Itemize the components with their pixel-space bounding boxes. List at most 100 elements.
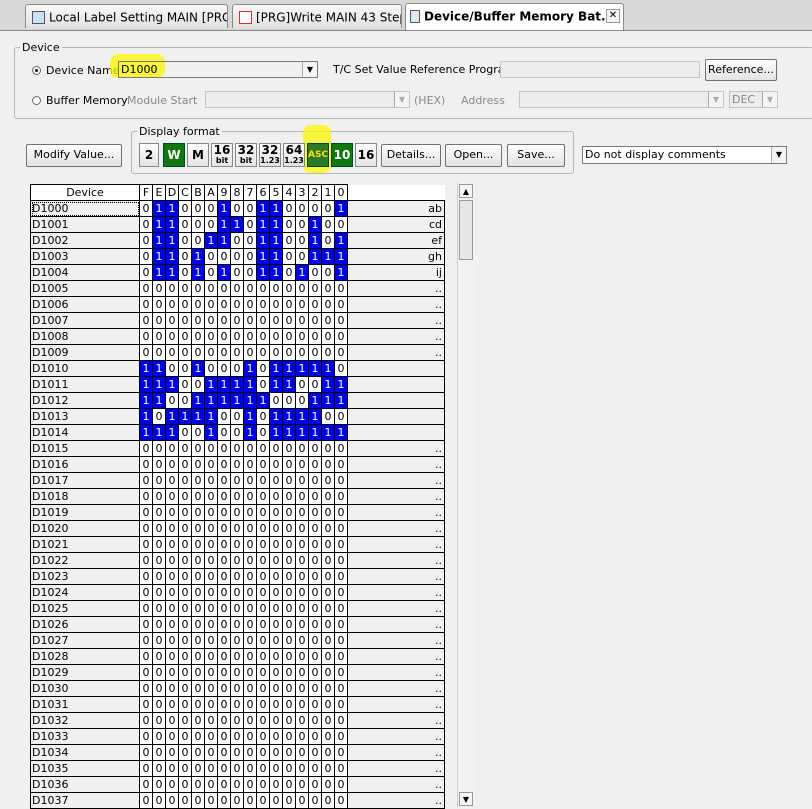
bit-cell[interactable]: 0 xyxy=(178,312,192,329)
bit-cell[interactable]: 0 xyxy=(230,328,244,345)
bit-cell[interactable]: 0 xyxy=(191,312,205,329)
device-cell[interactable]: D1007 xyxy=(30,312,140,329)
bit-cell[interactable]: 1 xyxy=(243,392,257,409)
bit-cell[interactable]: 0 xyxy=(204,568,218,585)
bit-cell[interactable]: 0 xyxy=(282,584,296,601)
bit-cell[interactable]: 0 xyxy=(204,792,218,809)
device-cell[interactable]: D1000 xyxy=(30,200,140,217)
bit-cell[interactable]: 0 xyxy=(282,312,296,329)
bit-cell[interactable]: 0 xyxy=(152,760,166,777)
bit-cell[interactable]: 0 xyxy=(295,312,309,329)
bit-cell[interactable]: 0 xyxy=(256,296,270,313)
bit-cell[interactable]: 0 xyxy=(308,552,322,569)
bit-cell[interactable]: 0 xyxy=(282,568,296,585)
bit-cell[interactable]: 0 xyxy=(243,568,257,585)
bit-cell[interactable]: 0 xyxy=(178,600,192,617)
bit-cell[interactable]: 0 xyxy=(243,584,257,601)
bit-cell[interactable]: 0 xyxy=(334,312,348,329)
bit-cell[interactable]: 0 xyxy=(321,408,335,425)
bit-cell[interactable]: 0 xyxy=(308,712,322,729)
bit-cell[interactable]: 0 xyxy=(256,376,270,393)
bit-cell[interactable]: 0 xyxy=(269,344,283,361)
bit-cell[interactable]: 0 xyxy=(152,616,166,633)
bit-cell[interactable]: 0 xyxy=(165,792,179,809)
bit-cell[interactable]: 0 xyxy=(139,568,153,585)
bit-cell[interactable]: 0 xyxy=(217,504,231,521)
bit-cell[interactable]: 0 xyxy=(243,296,257,313)
bit-cell[interactable]: 1 xyxy=(204,392,218,409)
bit-cell[interactable]: 0 xyxy=(269,312,283,329)
bit-cell[interactable]: 0 xyxy=(334,728,348,745)
bit-cell[interactable]: 0 xyxy=(269,616,283,633)
bit-cell[interactable]: 1 xyxy=(295,424,309,441)
bit-cell[interactable]: 0 xyxy=(191,488,205,505)
bit-cell[interactable]: 0 xyxy=(191,632,205,649)
bit-cell[interactable]: 0 xyxy=(334,616,348,633)
bit-cell[interactable]: 0 xyxy=(204,472,218,489)
bit-cell[interactable]: 0 xyxy=(243,552,257,569)
bit-cell[interactable]: 0 xyxy=(217,760,231,777)
bit-cell[interactable]: 0 xyxy=(217,488,231,505)
bit-cell[interactable]: 0 xyxy=(230,696,244,713)
bit-cell[interactable]: 0 xyxy=(269,712,283,729)
chevron-down-icon[interactable]: ▼ xyxy=(771,147,786,163)
bit-cell[interactable]: 0 xyxy=(282,616,296,633)
bit-cell[interactable]: 0 xyxy=(295,568,309,585)
bit-cell[interactable]: 1 xyxy=(295,264,309,281)
bit-cell[interactable]: 0 xyxy=(243,616,257,633)
bit-cell[interactable]: 0 xyxy=(139,328,153,345)
bit-cell[interactable]: 0 xyxy=(204,680,218,697)
bit-cell[interactable]: 0 xyxy=(282,328,296,345)
bit-cell[interactable]: 0 xyxy=(256,504,270,521)
vertical-scrollbar[interactable]: ▲ ▼ xyxy=(457,183,475,807)
bit-cell[interactable]: 0 xyxy=(178,200,192,217)
bit-cell[interactable]: 0 xyxy=(334,440,348,457)
bit-cell[interactable]: 0 xyxy=(204,536,218,553)
bit-cell[interactable]: 0 xyxy=(230,792,244,809)
bit-cell[interactable]: 0 xyxy=(191,424,205,441)
bit-cell[interactable]: 0 xyxy=(165,472,179,489)
bit-cell[interactable]: 0 xyxy=(139,472,153,489)
bit-cell[interactable]: 0 xyxy=(139,664,153,681)
bit-cell[interactable]: 1 xyxy=(152,376,166,393)
bit-cell[interactable]: 1 xyxy=(269,408,283,425)
bit-cell[interactable]: 1 xyxy=(152,216,166,233)
bit-cell[interactable]: 0 xyxy=(230,680,244,697)
bit-cell[interactable]: 0 xyxy=(256,584,270,601)
scroll-up-icon[interactable]: ▲ xyxy=(459,184,473,198)
bit-cell[interactable]: 0 xyxy=(308,744,322,761)
bit-cell[interactable]: 0 xyxy=(334,648,348,665)
bit-cell[interactable]: 0 xyxy=(282,440,296,457)
bit-cell[interactable]: 0 xyxy=(230,504,244,521)
bit-cell[interactable]: 0 xyxy=(269,792,283,809)
bit-cell[interactable]: 0 xyxy=(178,296,192,313)
bit-cell[interactable]: 0 xyxy=(269,664,283,681)
bit-cell[interactable]: 0 xyxy=(308,344,322,361)
bit-cell[interactable]: 0 xyxy=(256,744,270,761)
bit-cell[interactable]: 0 xyxy=(308,488,322,505)
bit-cell[interactable]: 1 xyxy=(295,408,309,425)
bit-cell[interactable]: 0 xyxy=(178,568,192,585)
bit-cell[interactable]: 0 xyxy=(308,696,322,713)
bit-cell[interactable]: 0 xyxy=(243,280,257,297)
bit-cell[interactable]: 0 xyxy=(204,584,218,601)
bit-cell[interactable]: 0 xyxy=(243,328,257,345)
bit-cell[interactable]: 0 xyxy=(282,712,296,729)
bit-cell[interactable]: 0 xyxy=(165,760,179,777)
bit-cell[interactable]: 0 xyxy=(282,392,296,409)
bit-cell[interactable]: 0 xyxy=(191,696,205,713)
details-button[interactable]: Details... xyxy=(381,144,441,167)
bit-cell[interactable]: 1 xyxy=(204,232,218,249)
device-cell[interactable]: D1012 xyxy=(30,392,140,409)
bit-cell[interactable]: 0 xyxy=(321,344,335,361)
bit-cell[interactable]: 0 xyxy=(191,536,205,553)
bit-cell[interactable]: 0 xyxy=(139,776,153,793)
bit-cell[interactable]: 0 xyxy=(204,312,218,329)
bit-cell[interactable]: 0 xyxy=(152,728,166,745)
bit-cell[interactable]: 0 xyxy=(269,536,283,553)
bit-cell[interactable]: 0 xyxy=(308,312,322,329)
bit-cell[interactable]: 0 xyxy=(282,744,296,761)
bit-cell[interactable]: 0 xyxy=(321,584,335,601)
bit-cell[interactable]: 0 xyxy=(152,472,166,489)
bit-cell[interactable]: 0 xyxy=(178,248,192,265)
